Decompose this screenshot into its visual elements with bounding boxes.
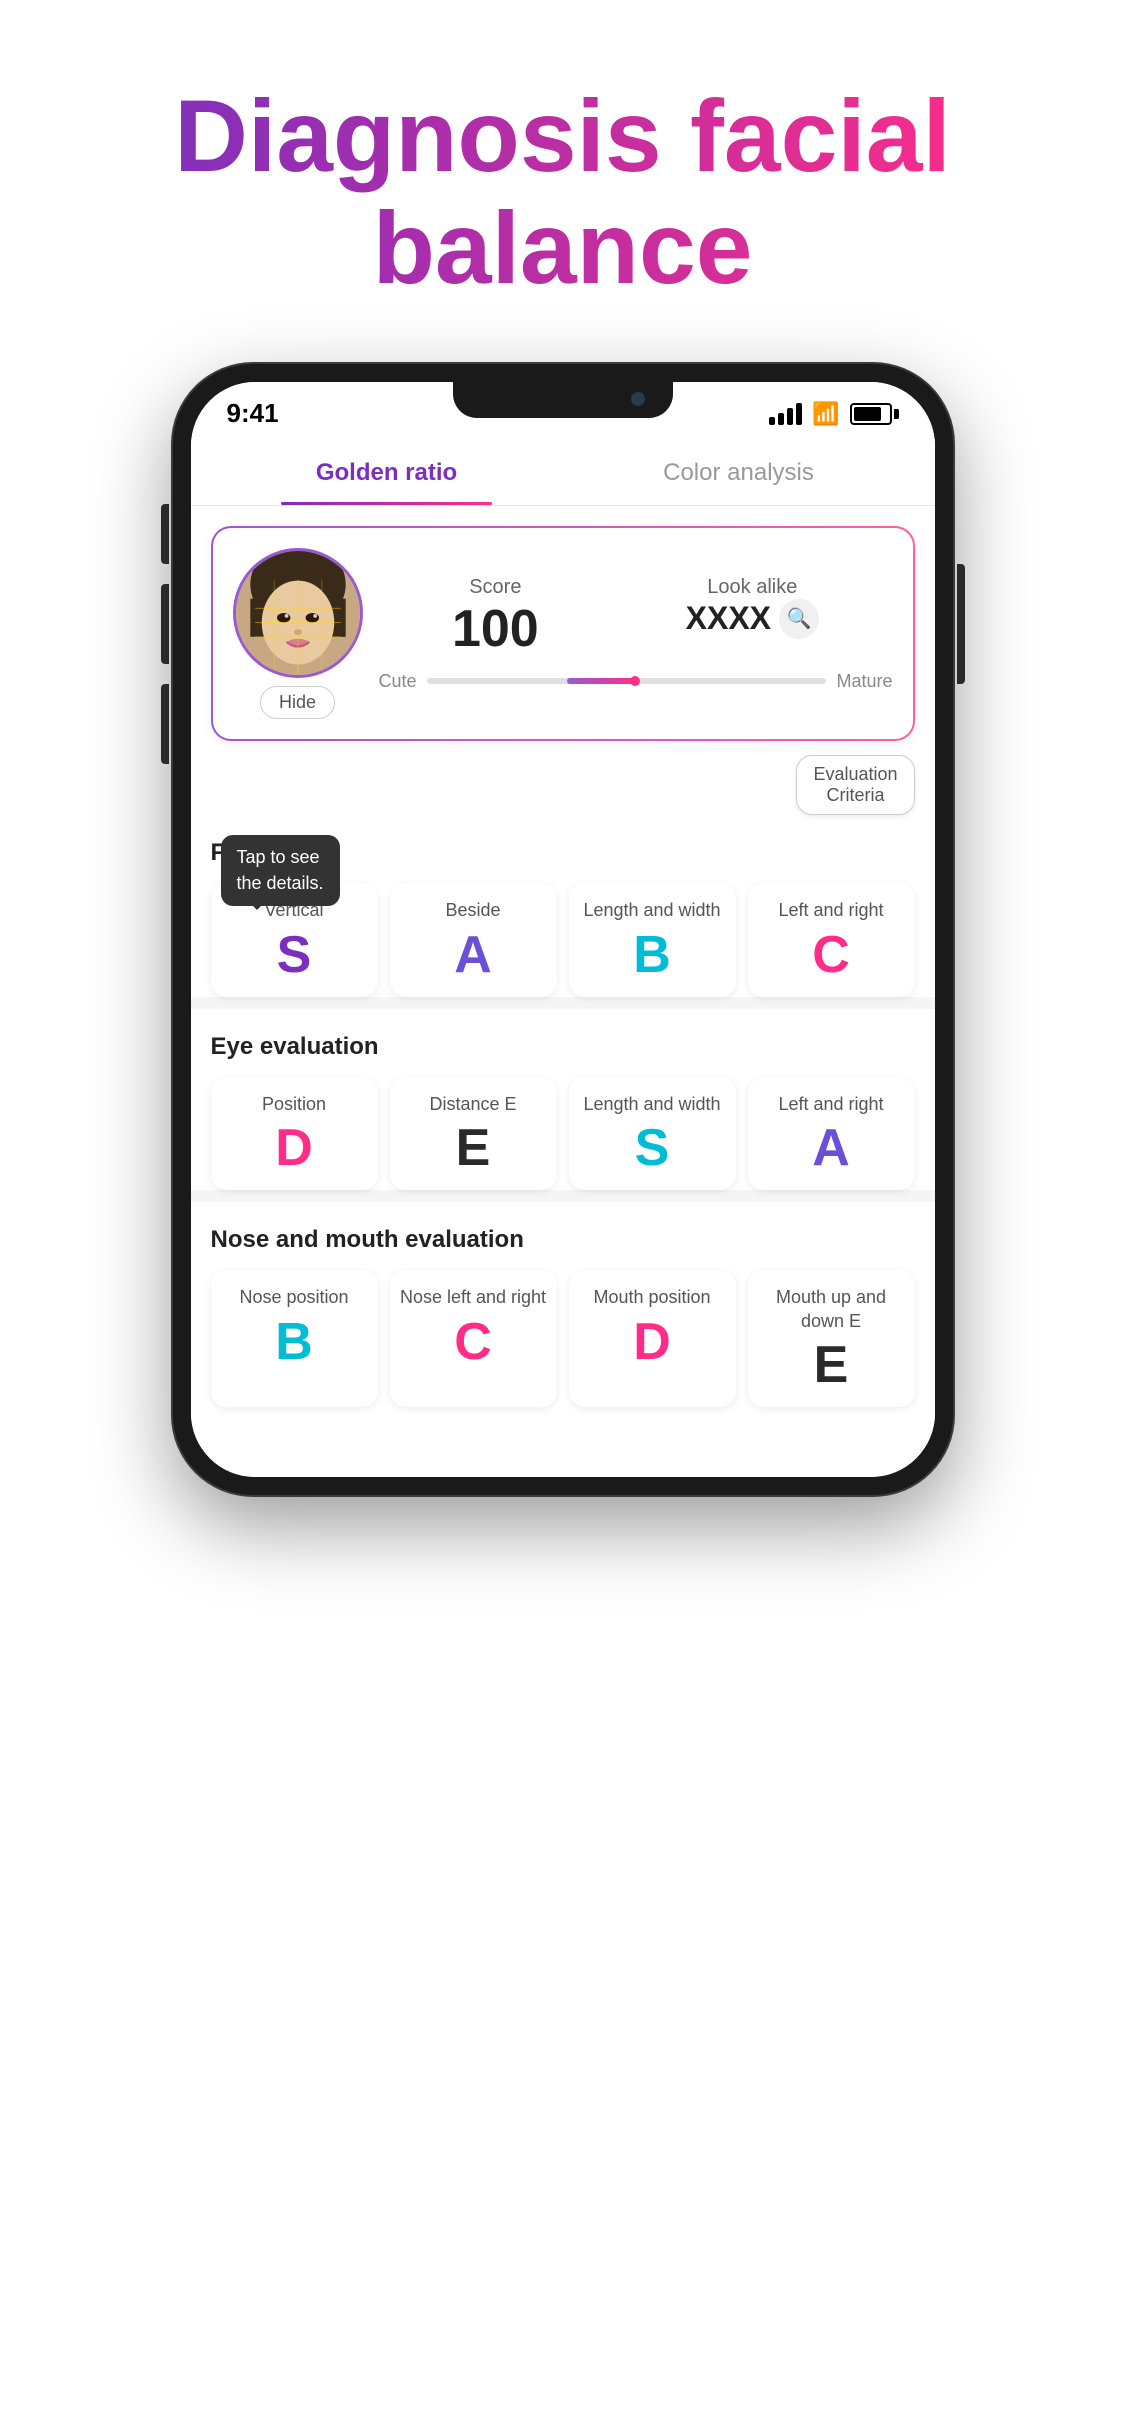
phone-notch bbox=[453, 382, 673, 418]
nose-mouth-eval-title: Nose and mouth evaluation bbox=[211, 1226, 915, 1254]
slider-fill bbox=[567, 678, 639, 684]
wifi-icon: 📶 bbox=[812, 401, 839, 427]
slider-dot bbox=[630, 676, 640, 686]
side-button-power bbox=[957, 564, 965, 684]
slider-cute-label: Cute bbox=[379, 671, 417, 692]
score-card: Hide Score 100 Look alike XXXX 🔍 bbox=[211, 526, 915, 741]
eval-card-eye-distance[interactable]: Distance E E bbox=[390, 1077, 557, 1190]
battery-fill bbox=[854, 407, 881, 421]
hide-button[interactable]: Hide bbox=[260, 686, 335, 719]
app-content: Golden ratio Color analysis bbox=[191, 437, 935, 1477]
eval-card-label: Length and width bbox=[583, 899, 720, 922]
score-column: Score 100 bbox=[452, 576, 539, 659]
notch-camera bbox=[631, 392, 645, 406]
eval-card-beside[interactable]: Beside A bbox=[390, 883, 557, 996]
hero-title: Diagnosis facial balance bbox=[113, 80, 1013, 304]
slider-mature-label: Mature bbox=[836, 671, 892, 692]
face-evaluation-section: Face eva... Tap to seethe details. Verti… bbox=[191, 815, 935, 996]
eval-card-nose-left-right[interactable]: Nose left and right C bbox=[390, 1270, 557, 1407]
eval-card-eye-left-right[interactable]: Left and right A bbox=[748, 1077, 915, 1190]
eval-card-label: Distance E bbox=[429, 1093, 516, 1116]
tab-bar: Golden ratio Color analysis bbox=[191, 437, 935, 506]
tooltip-bubble: Tap to seethe details. bbox=[221, 835, 340, 905]
score-value: 100 bbox=[452, 599, 539, 659]
slider-track[interactable] bbox=[427, 678, 827, 684]
signal-bars-icon bbox=[769, 403, 802, 425]
eval-card-grade: C bbox=[812, 929, 850, 981]
eval-card-grade: E bbox=[456, 1122, 491, 1174]
eval-card-label: Nose position bbox=[239, 1286, 348, 1309]
eval-card-grade: C bbox=[454, 1316, 492, 1368]
nose-mouth-evaluation-section: Nose and mouth evaluation Nose position … bbox=[191, 1202, 935, 1407]
look-alike-name: XXXX bbox=[686, 600, 771, 637]
eval-card-grade: A bbox=[454, 929, 492, 981]
eval-card-grade: B bbox=[633, 929, 671, 981]
eval-card-label: Position bbox=[262, 1093, 326, 1116]
eval-card-grade: B bbox=[275, 1316, 313, 1368]
bottom-space bbox=[191, 1407, 935, 1447]
tab-color-analysis[interactable]: Color analysis bbox=[563, 437, 915, 505]
eye-evaluation-section: Eye evaluation Position D Distance E E L… bbox=[191, 1009, 935, 1190]
eval-card-grade: S bbox=[635, 1122, 670, 1174]
bar3 bbox=[787, 408, 793, 425]
eye-eval-title: Eye evaluation bbox=[211, 1033, 915, 1061]
eval-card-label: Nose left and right bbox=[400, 1286, 546, 1309]
search-icon[interactable]: 🔍 bbox=[779, 599, 819, 639]
side-button-mute bbox=[161, 504, 169, 564]
phone-screen: 9:41 📶 bbox=[191, 382, 935, 1477]
eval-card-label: Length and width bbox=[583, 1093, 720, 1116]
eval-card-grade: A bbox=[812, 1122, 850, 1174]
eval-card-left-right[interactable]: Left and right C bbox=[748, 883, 915, 996]
look-alike-row: XXXX 🔍 bbox=[686, 599, 819, 639]
evaluation-criteria-button[interactable]: EvaluationCriteria bbox=[796, 755, 914, 815]
divider-2 bbox=[191, 1190, 935, 1202]
avatar-circle bbox=[233, 548, 363, 678]
face-eval-grid: Tap to seethe details. Vertical S Beside… bbox=[211, 883, 915, 996]
score-info: Score 100 Look alike XXXX 🔍 bbox=[379, 576, 893, 692]
bar4 bbox=[796, 403, 802, 425]
nose-mouth-eval-grid: Nose position B Nose left and right C Mo… bbox=[211, 1270, 915, 1407]
cute-mature-slider: Cute Mature bbox=[379, 671, 893, 692]
status-time: 9:41 bbox=[227, 398, 279, 429]
score-row: Score 100 Look alike XXXX 🔍 bbox=[379, 576, 893, 659]
eval-card-label: Mouth position bbox=[593, 1286, 710, 1309]
eval-card-mouth-position[interactable]: Mouth position D bbox=[569, 1270, 736, 1407]
eval-card-nose-position[interactable]: Nose position B bbox=[211, 1270, 378, 1407]
criteria-btn-row: EvaluationCriteria bbox=[191, 741, 935, 815]
eval-card-grade: E bbox=[814, 1339, 849, 1391]
eval-card-length-width[interactable]: Length and width B bbox=[569, 883, 736, 996]
eval-card-label: Left and right bbox=[778, 1093, 883, 1116]
divider-1 bbox=[191, 997, 935, 1009]
phone-frame: 9:41 📶 bbox=[173, 364, 953, 1495]
eval-card-eye-length-width[interactable]: Length and width S bbox=[569, 1077, 736, 1190]
tab-golden-ratio[interactable]: Golden ratio bbox=[211, 437, 563, 505]
look-alike-label: Look alike bbox=[686, 576, 819, 599]
status-icons: 📶 bbox=[769, 401, 898, 427]
eval-card-label: Mouth up and down E bbox=[758, 1286, 905, 1333]
look-alike-column: Look alike XXXX 🔍 bbox=[686, 576, 819, 659]
avatar-container: Hide bbox=[233, 548, 363, 719]
eval-card-grade: S bbox=[277, 929, 312, 981]
eye-eval-grid: Position D Distance E E Length and width… bbox=[211, 1077, 915, 1190]
side-button-vol-down bbox=[161, 684, 169, 764]
eval-card-eye-position[interactable]: Position D bbox=[211, 1077, 378, 1190]
eval-card-label: Left and right bbox=[778, 899, 883, 922]
eval-card-grade: D bbox=[633, 1316, 671, 1368]
battery-body bbox=[850, 403, 892, 425]
battery-tip bbox=[894, 409, 899, 419]
side-button-vol-up bbox=[161, 584, 169, 664]
battery-icon bbox=[850, 403, 899, 425]
eval-card-label: Beside bbox=[445, 899, 500, 922]
eval-card-mouth-up-down[interactable]: Mouth up and down E E bbox=[748, 1270, 915, 1407]
bar1 bbox=[769, 417, 775, 425]
bar2 bbox=[778, 413, 784, 425]
eval-card-grade: D bbox=[275, 1122, 313, 1174]
score-label: Score bbox=[452, 576, 539, 599]
